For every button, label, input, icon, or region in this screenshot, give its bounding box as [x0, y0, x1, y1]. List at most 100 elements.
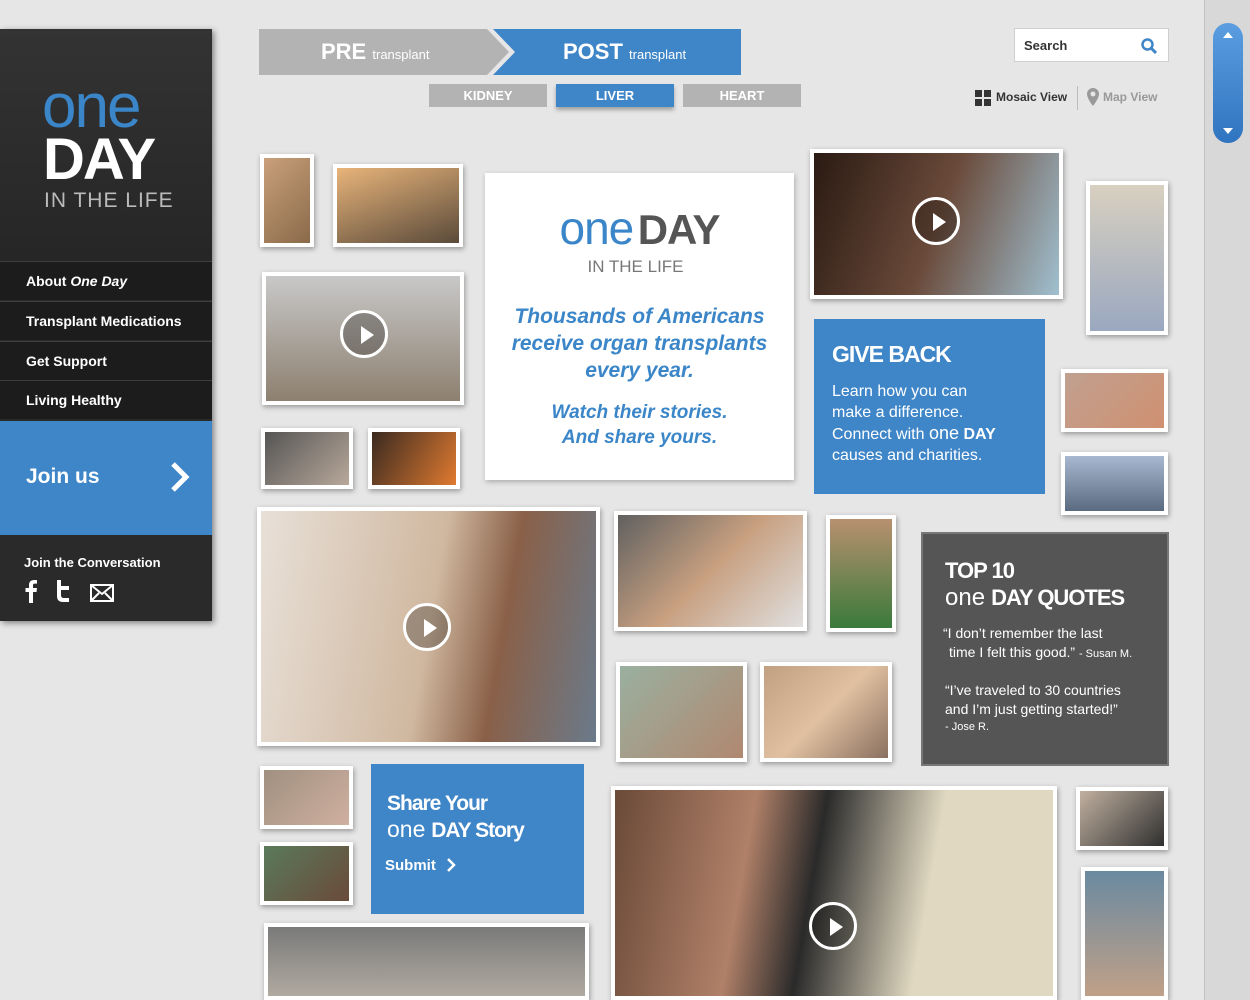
search-input[interactable]: Search — [1014, 28, 1169, 62]
tab-post-sub: transplant — [629, 47, 687, 62]
sidebar-item-label: About — [26, 273, 71, 289]
story-video-thumbnail[interactable] — [611, 786, 1057, 1000]
search-icon[interactable] — [1141, 38, 1157, 54]
story-photo[interactable] — [1076, 787, 1168, 850]
story-photo[interactable] — [1081, 867, 1168, 1000]
intro-line-5: And share yours. — [561, 427, 718, 448]
story-photo[interactable] — [826, 515, 896, 632]
intro-line-4: Watch their stories. — [551, 402, 728, 423]
tab-pre-transplant[interactable]: PRE transplant — [259, 29, 509, 75]
chevron-right-icon — [171, 462, 190, 492]
sidebar-item-living-healthy[interactable]: Living Healthy — [0, 380, 212, 419]
twitter-icon[interactable] — [54, 579, 72, 603]
story-photo[interactable] — [264, 923, 589, 1000]
give-back-title: GIVE BACK — [832, 341, 952, 367]
tab-pre-sub: transplant — [372, 47, 430, 62]
logo-day-text: DAY — [43, 127, 156, 192]
story-photo[interactable] — [760, 662, 892, 762]
tab-kidney[interactable]: KIDNEY — [429, 84, 547, 107]
sidebar-item-label: Transplant Medications — [26, 313, 182, 329]
share-line-1: Share Your — [387, 792, 488, 815]
give-back-line-1: Learn how you can — [832, 383, 968, 400]
story-photo[interactable] — [261, 428, 353, 489]
sidebar-item-label-emphasis: One Day — [70, 273, 128, 289]
give-back-card[interactable]: GIVE BACK Learn how you can make a diffe… — [814, 319, 1045, 494]
share-story-card[interactable]: Share Your one DAY Story Submit — [371, 764, 584, 914]
play-icon[interactable] — [403, 603, 451, 651]
story-photo[interactable] — [260, 154, 314, 247]
give-back-line-2: make a difference. — [832, 404, 964, 421]
give-back-line-4: causes and charities. — [832, 447, 983, 464]
intro-card: one DAY IN THE LIFE Thousands of America… — [485, 173, 794, 480]
join-us-label: Join us — [26, 465, 100, 488]
give-back-line-3: Connect with — [832, 426, 929, 443]
intro-logo-life: IN THE LIFE — [587, 257, 684, 276]
sidebar: one DAY IN THE LIFE About One Day Transp… — [0, 29, 212, 621]
intro-logo-one: one — [559, 202, 634, 254]
quotes-title-one: one — [945, 584, 986, 611]
join-conversation-label: Join the Conversation — [24, 555, 161, 570]
map-view-link[interactable]: Map View — [1103, 90, 1157, 104]
scrollbar-thumb[interactable] — [1213, 23, 1243, 143]
share-one: one — [387, 816, 426, 842]
top-quotes-card[interactable]: TOP 10 one DAY QUOTES “I don’t remember … — [921, 532, 1169, 766]
story-photo[interactable] — [260, 766, 353, 829]
quote-2-line-2: and I’m just getting started!” — [945, 701, 1118, 717]
story-photo[interactable] — [333, 164, 463, 247]
intro-logo-day: DAY — [637, 206, 721, 253]
story-photo[interactable] — [616, 662, 747, 762]
sidebar-item-about[interactable]: About One Day — [0, 261, 212, 300]
give-back-one: one — [928, 423, 959, 443]
sidebar-item-label: Living Healthy — [26, 392, 122, 408]
story-video-thumbnail[interactable] — [262, 272, 464, 405]
facebook-icon[interactable] — [24, 579, 38, 603]
site-logo[interactable]: one DAY IN THE LIFE — [0, 29, 212, 261]
tab-liver[interactable]: LIVER — [556, 84, 674, 107]
search-placeholder: Search — [1024, 38, 1068, 53]
story-photo[interactable] — [1086, 181, 1168, 335]
tab-post-main: POST — [563, 39, 623, 64]
sidebar-item-get-support[interactable]: Get Support — [0, 341, 212, 380]
mosaic-view-link[interactable]: Mosaic View — [996, 90, 1067, 104]
scroll-up-icon[interactable] — [1223, 31, 1233, 39]
view-divider — [1077, 86, 1078, 110]
give-back-day: DAY — [963, 426, 996, 443]
quote-2-author: - Jose R. — [945, 721, 990, 733]
story-photo[interactable] — [368, 428, 460, 489]
intro-line-3: every year. — [585, 359, 694, 382]
email-icon[interactable] — [90, 584, 114, 602]
share-line-2: DAY Story — [431, 819, 525, 842]
story-photo[interactable] — [614, 511, 807, 631]
intro-line-2: receive organ transplants — [511, 332, 768, 355]
play-icon[interactable] — [809, 902, 857, 950]
mosaic-grid-icon[interactable] — [975, 90, 991, 106]
logo-life-text: IN THE LIFE — [44, 189, 174, 212]
story-video-thumbnail[interactable] — [257, 507, 600, 746]
story-photo[interactable] — [1061, 369, 1168, 432]
map-pin-icon[interactable] — [1087, 88, 1099, 106]
quote-1-author: - Susan M. — [1078, 648, 1133, 660]
sidebar-item-label: Get Support — [26, 353, 107, 369]
tab-post-transplant[interactable]: POST transplant — [493, 29, 741, 75]
quotes-title-rest: DAY QUOTES — [991, 585, 1125, 610]
play-icon[interactable] — [340, 310, 388, 358]
chevron-right-icon — [447, 858, 456, 872]
story-photo[interactable] — [1061, 452, 1168, 515]
quote-1-line-2: time I felt this good.” — [949, 644, 1076, 660]
join-us-button[interactable]: Join us — [0, 421, 212, 535]
submit-label: Submit — [385, 857, 436, 874]
tab-heart[interactable]: HEART — [683, 84, 801, 107]
scroll-down-icon[interactable] — [1223, 127, 1233, 135]
submit-button[interactable]: Submit — [385, 857, 568, 874]
story-photo[interactable] — [260, 842, 353, 905]
play-icon[interactable] — [912, 197, 960, 245]
intro-line-1: Thousands of Americans — [514, 305, 765, 328]
scrollbar-track[interactable] — [1204, 0, 1250, 1000]
story-video-thumbnail[interactable] — [810, 149, 1063, 299]
quote-1-line-1: “I don’t remember the last — [943, 625, 1103, 641]
tab-pre-main: PRE — [321, 39, 367, 64]
quotes-title-top: TOP 10 — [945, 558, 1015, 583]
quote-2-line-1: “I’ve traveled to 30 countries — [945, 682, 1121, 698]
sidebar-item-transplant-medications[interactable]: Transplant Medications — [0, 301, 212, 340]
intro-logo: one DAY — [485, 205, 794, 261]
